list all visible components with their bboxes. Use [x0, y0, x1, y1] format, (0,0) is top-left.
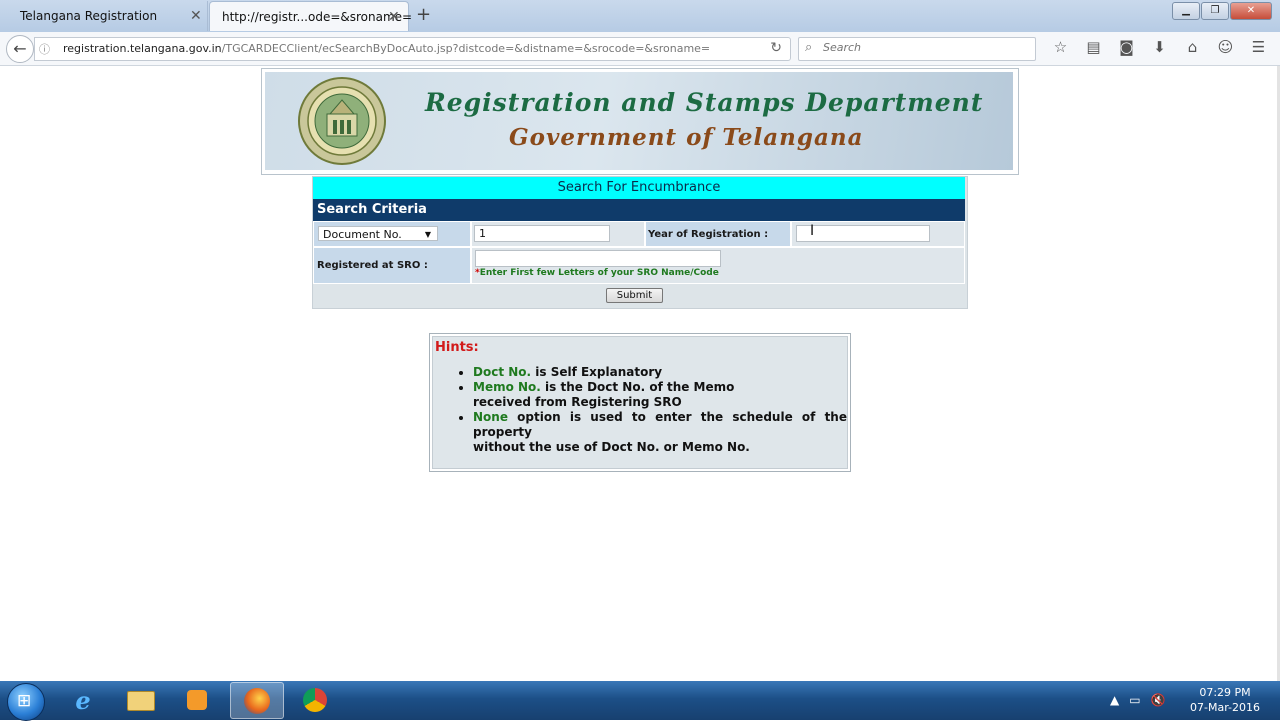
- tab-telangana-registration[interactable]: Telangana Registration ✕: [8, 1, 208, 31]
- doc-type-selected: Document No.: [323, 228, 402, 241]
- hint-text-continued: received from Registering SRO: [473, 395, 682, 409]
- hint-keyword: Memo No.: [473, 380, 541, 394]
- telangana-seal-icon: [298, 77, 386, 165]
- year-label: Year of Registration :: [648, 229, 769, 240]
- chrome-glyph: [303, 688, 327, 712]
- hints-title: Hints:: [435, 340, 479, 355]
- pocket-icon[interactable]: ◙: [1110, 38, 1143, 56]
- hint-text: is Self Explanatory: [531, 365, 663, 379]
- hint-text-continued: without the use of Doct No. or Memo No.: [473, 440, 750, 454]
- tab-active-url[interactable]: http://registr...ode=&sroname= ✕: [209, 1, 413, 31]
- toolbar-icons: ☆ ▤ ◙ ⬇ ⌂ ☺ ☰: [1044, 38, 1275, 56]
- year-of-registration-input[interactable]: [796, 225, 930, 242]
- url-domain: registration.telangana.gov.in: [63, 42, 222, 55]
- back-arrow-icon[interactable]: ←: [6, 35, 34, 63]
- reload-icon[interactable]: ↻: [770, 40, 782, 56]
- firefox-glyph: [244, 688, 270, 714]
- encumbrance-search-form: Search For Encumbrance Search Criteria D…: [312, 176, 968, 309]
- navigation-toolbar: ← ⓘ registration.telangana.gov.in/TGCARD…: [0, 32, 1280, 66]
- hint-item-memo-no: Memo No. is the Doct No. of the Memorece…: [473, 380, 847, 410]
- explorer-icon[interactable]: [114, 682, 168, 719]
- reading-list-icon[interactable]: ▤: [1077, 38, 1110, 56]
- department-title: Registration and Stamps Department: [425, 88, 984, 117]
- search-icon: ⌕: [805, 40, 813, 55]
- firefox-icon[interactable]: [230, 682, 284, 719]
- tab-label: Telangana Registration: [20, 9, 158, 23]
- download-icon[interactable]: ⬇: [1143, 38, 1176, 56]
- chrome-icon[interactable]: [288, 682, 342, 719]
- folder-glyph: [127, 691, 155, 711]
- form-header: Search For Encumbrance: [313, 177, 965, 199]
- sro-input[interactable]: [475, 250, 721, 267]
- sro-hint-label: Enter First few Letters of your SRO Name…: [479, 268, 719, 278]
- window-controls: ▁ ❐ ✕: [1172, 2, 1272, 20]
- ie-glyph: e: [75, 686, 91, 715]
- clock-date: 07-Mar-2016: [1190, 701, 1260, 714]
- info-icon[interactable]: ⓘ: [39, 41, 50, 57]
- close-window-icon[interactable]: ✕: [1230, 2, 1272, 20]
- text-cursor-icon: I: [810, 223, 815, 239]
- hint-text: is the Doct No. of the Memo: [540, 380, 735, 394]
- home-icon[interactable]: ⌂: [1176, 38, 1209, 56]
- media-player-icon[interactable]: [170, 682, 224, 719]
- hint-item-none: None option is used to enter the schedul…: [473, 410, 847, 455]
- doc-type-select[interactable]: Document No. ▼: [318, 226, 438, 241]
- tab-close-icon[interactable]: ✕: [388, 9, 400, 25]
- address-bar[interactable]: ⓘ registration.telangana.gov.in/TGCARDEC…: [34, 37, 791, 61]
- sro-input-cell: *Enter First few Letters of your SRO Nam…: [471, 247, 965, 284]
- doc-number-cell: [471, 221, 645, 247]
- banner-background: Registration and Stamps Department Gover…: [265, 72, 1013, 170]
- hint-text: option is used to enter the schedule of …: [473, 410, 847, 439]
- hint-keyword: None: [473, 410, 508, 424]
- show-hidden-icons-icon[interactable]: ▲: [1110, 693, 1119, 707]
- government-title: Government of Telangana: [509, 124, 864, 151]
- doc-number-input[interactable]: [474, 225, 610, 242]
- hints-panel: Hints: Doct No. is Self Explanatory Memo…: [432, 336, 848, 469]
- chevron-down-icon: ▼: [424, 230, 431, 239]
- new-tab-button[interactable]: +: [416, 4, 431, 25]
- windows-taskbar: ⊞ e ▲ ▭ 🔇 07:29 PM 07-Mar-2016: [0, 681, 1280, 721]
- hint-item-doct-no: Doct No. is Self Explanatory: [473, 365, 847, 380]
- doc-type-cell: Document No. ▼: [313, 221, 471, 247]
- network-icon[interactable]: ▭: [1129, 693, 1140, 707]
- system-tray: ▲ ▭ 🔇: [1110, 693, 1166, 707]
- hints-box: Hints: Doct No. is Self Explanatory Memo…: [429, 333, 851, 472]
- tab-strip: Telangana Registration ✕ http://registr.…: [0, 0, 1280, 32]
- tab-label: http://registr...ode=&sroname=: [222, 10, 413, 24]
- sro-hint-text: *Enter First few Letters of your SRO Nam…: [475, 268, 719, 278]
- hints-list: Doct No. is Self Explanatory Memo No. is…: [433, 365, 847, 455]
- chat-icon[interactable]: ☺: [1209, 38, 1242, 56]
- ie-icon[interactable]: e: [56, 682, 110, 719]
- windows-logo-icon: ⊞: [17, 691, 32, 711]
- search-bar[interactable]: ⌕: [798, 37, 1036, 61]
- search-input[interactable]: [821, 40, 1025, 55]
- search-criteria-header: Search Criteria: [313, 199, 965, 221]
- bookmark-star-icon[interactable]: ☆: [1044, 38, 1077, 56]
- sro-label: Registered at SRO :: [317, 260, 428, 271]
- year-input-cell: I: [791, 221, 965, 247]
- url-path: /TGCARDECClient/ecSearchByDocAuto.jsp?di…: [221, 42, 711, 55]
- tab-close-icon[interactable]: ✕: [190, 8, 202, 24]
- site-banner: Registration and Stamps Department Gover…: [261, 68, 1019, 175]
- system-clock[interactable]: 07:29 PM 07-Mar-2016: [1183, 685, 1267, 715]
- url-text[interactable]: registration.telangana.gov.in/TGCARDECCl…: [63, 42, 710, 55]
- maximize-icon[interactable]: ❐: [1201, 2, 1229, 20]
- submit-button[interactable]: Submit: [606, 288, 663, 303]
- start-button[interactable]: ⊞: [7, 683, 45, 721]
- sro-label-cell: Registered at SRO :: [313, 247, 471, 284]
- year-label-cell: Year of Registration :: [645, 221, 791, 247]
- menu-icon[interactable]: ☰: [1242, 38, 1275, 56]
- hint-keyword: Doct No.: [473, 365, 532, 379]
- clock-time: 07:29 PM: [1199, 686, 1251, 699]
- media-glyph: [187, 690, 207, 710]
- volume-muted-icon[interactable]: 🔇: [1151, 693, 1166, 707]
- minimize-icon[interactable]: ▁: [1172, 2, 1200, 20]
